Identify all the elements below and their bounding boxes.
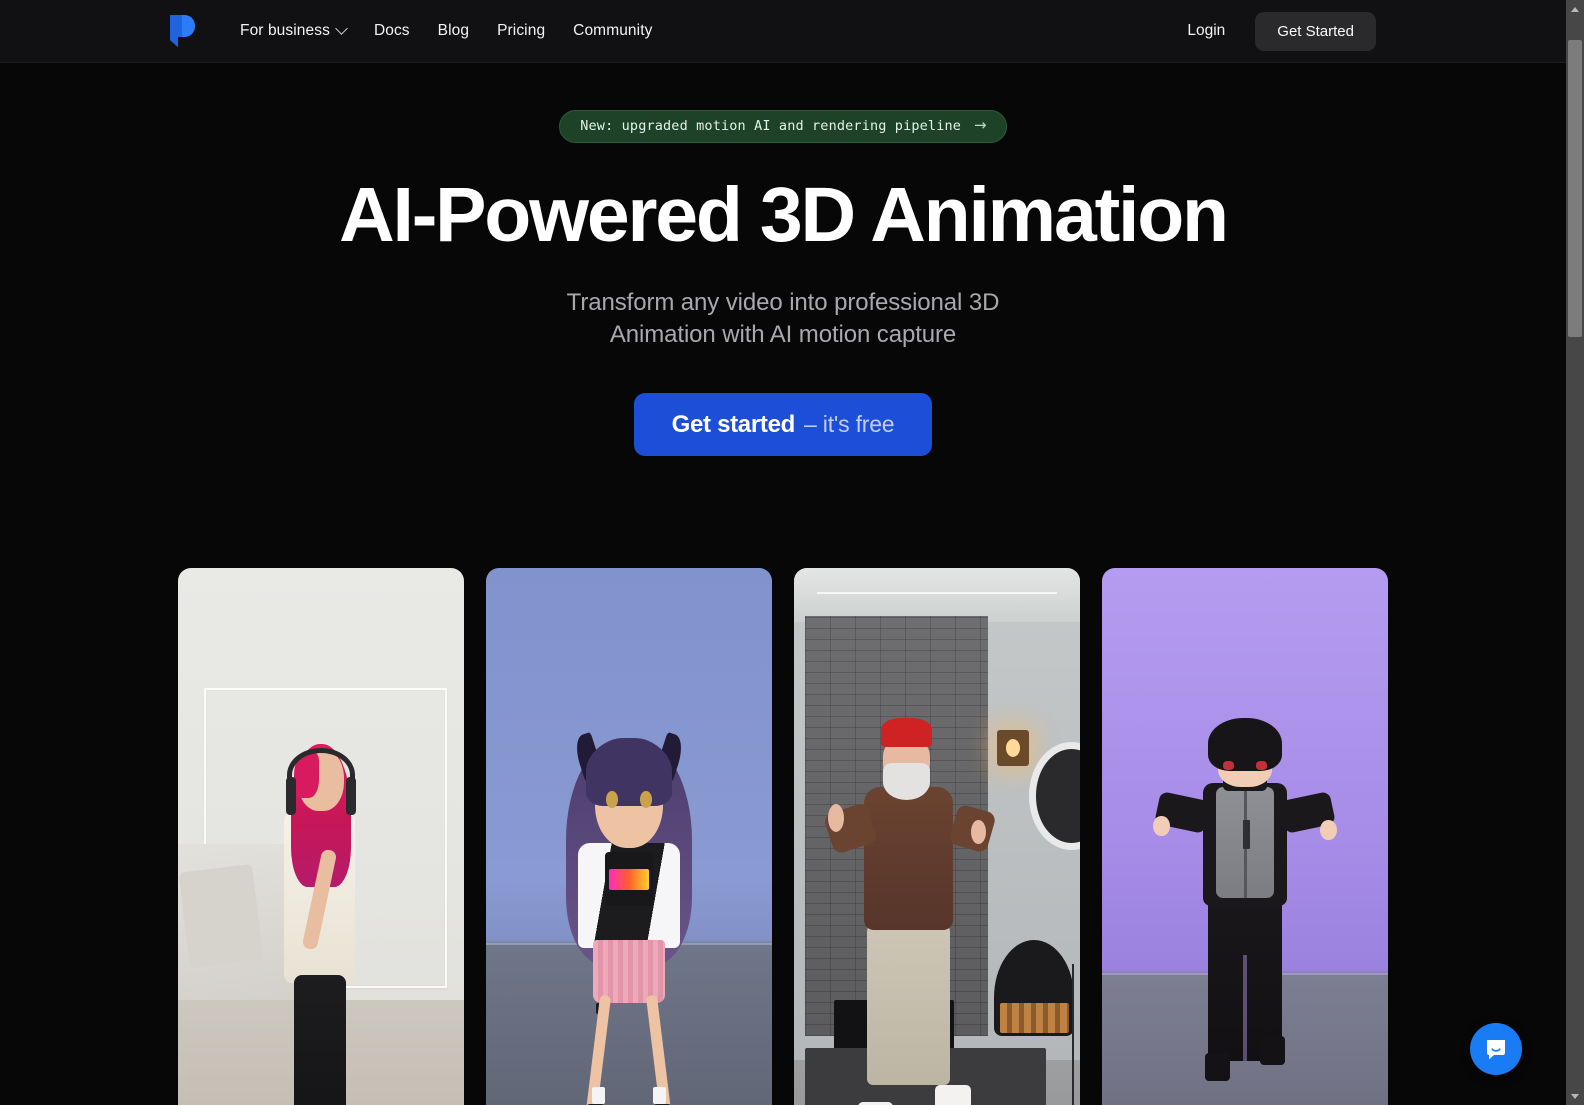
scrollbar-up-button[interactable]: [1566, 0, 1584, 18]
gallery-card-source-video-pink-hair-dancer[interactable]: [178, 568, 464, 1105]
card-3-dancer-shoe-left: [857, 1101, 894, 1105]
card-4-avatar-leg-gap: [1243, 954, 1247, 1061]
card-3-dancer-beard: [882, 762, 931, 800]
card-1-headphone-cup-left: [285, 777, 296, 816]
gallery-card-animated-anime-boy[interactable]: [1102, 568, 1388, 1105]
card-1-dancer: [264, 743, 378, 1105]
card-1-dancer-legs: [293, 974, 347, 1105]
card-4-avatar: [1153, 718, 1337, 1105]
card-4-avatar-boot-left: [1204, 1052, 1231, 1082]
card-3-dancer-sweater: [863, 787, 953, 931]
scrollbar-thumb[interactable]: [1568, 40, 1582, 337]
chat-bubble-icon: [1487, 1040, 1505, 1060]
card-4-avatar-hand-left: [1153, 815, 1170, 837]
nav-link-docs[interactable]: Docs: [360, 14, 424, 48]
card-3-dancer-hand-right: [970, 820, 986, 845]
card-1-cushion: [178, 863, 264, 969]
plask-logo[interactable]: [168, 14, 196, 48]
nav-link-pricing-label: Pricing: [497, 22, 546, 39]
site-navbar: For business Docs Blog Pricing Community: [0, 0, 1566, 63]
showcase-gallery: [0, 568, 1566, 1105]
hero-subtitle-line-1: Transform any video into professional 3D: [566, 288, 1000, 316]
triangle-up-icon: [1571, 6, 1579, 12]
get-started-button[interactable]: Get Started: [1255, 11, 1376, 51]
navbar-left-group: For business Docs Blog Pricing Community: [168, 14, 666, 48]
browser-viewport: For business Docs Blog Pricing Community: [0, 0, 1566, 1105]
card-2-avatar-sock-left: [591, 1087, 605, 1104]
card-4-avatar-chest-pocket: [1243, 820, 1251, 849]
gallery-card-animated-anime-girl[interactable]: [486, 568, 772, 1105]
nav-link-for-business[interactable]: For business: [226, 14, 360, 48]
card-3-ceiling-beam: [816, 592, 1058, 594]
card-2-avatar: [558, 730, 701, 1105]
card-2-avatar-eye-left: [606, 790, 618, 808]
page-title: AI-Powered 3D Animation: [339, 172, 1229, 258]
card-2-avatar-eye-right: [640, 790, 652, 808]
card-4-avatar-bangs: [1212, 738, 1278, 759]
hero-subtitle-line-2: Animation with AI motion capture: [609, 320, 957, 348]
card-4-avatar-eye-right: [1255, 760, 1267, 770]
card-3-firewood: [999, 1003, 1069, 1033]
card-2-avatar-skirt: [593, 940, 665, 1003]
card-4-avatar-eye-left: [1223, 760, 1234, 770]
login-link[interactable]: Login: [1173, 13, 1239, 49]
cta-row: Get started – it's free: [0, 393, 1566, 457]
nav-link-community[interactable]: Community: [559, 14, 666, 48]
hero-subtitle: Transform any video into professional 3D…: [0, 287, 1566, 351]
card-3-dancer-pants: [866, 922, 950, 1086]
nav-link-community-label: Community: [573, 22, 653, 39]
announcement-badge[interactable]: New: upgraded motion AI and rendering pi…: [559, 110, 1007, 143]
cta-secondary-label: – it's free: [804, 411, 895, 438]
navbar-links: For business Docs Blog Pricing Community: [226, 14, 666, 48]
card-3-lamp-bulb: [1005, 739, 1020, 757]
card-3-ceiling: [794, 568, 1080, 622]
navbar-right-group: Login Get Started: [1173, 11, 1376, 51]
chevron-down-icon: [335, 21, 348, 35]
nav-link-blog[interactable]: Blog: [424, 14, 483, 48]
card-2-avatar-shirt-print: [608, 868, 649, 890]
scrollbar-down-button[interactable]: [1566, 1087, 1584, 1105]
page-scrollbar[interactable]: [1566, 0, 1584, 1105]
nav-link-blog-label: Blog: [437, 22, 470, 39]
gallery-card-source-video-man-dancing[interactable]: [794, 568, 1080, 1105]
hero-section: New: upgraded motion AI and rendering pi…: [0, 63, 1566, 457]
card-4-avatar-hand-right: [1320, 820, 1337, 841]
cta-primary-label: Get started: [671, 410, 796, 438]
card-3-light-stand: [1072, 964, 1075, 1105]
card-3-dancer: [822, 718, 997, 1105]
nav-link-docs-label: Docs: [373, 22, 410, 39]
nav-link-for-business-label: For business: [240, 22, 330, 39]
scrollbar-track[interactable]: [1566, 18, 1584, 1087]
triangle-down-icon: [1571, 1093, 1579, 1099]
chat-launcher-button[interactable]: [1470, 1023, 1522, 1075]
card-4-avatar-boot-right: [1259, 1036, 1286, 1065]
get-started-free-button[interactable]: Get started – it's free: [633, 393, 933, 457]
card-2-avatar-bangs: [586, 738, 672, 806]
nav-link-pricing[interactable]: Pricing: [483, 14, 559, 48]
page-root: For business Docs Blog Pricing Community: [0, 0, 1584, 1105]
announcement-badge-text: New: upgraded motion AI and rendering pi…: [580, 118, 962, 134]
card-2-avatar-sock-right: [653, 1087, 667, 1104]
card-3-dancer-red-beanie: [881, 718, 932, 747]
headphones-icon: [286, 748, 356, 803]
announcement-row: New: upgraded motion AI and rendering pi…: [0, 110, 1566, 143]
card-3-dancer-shoe-right: [934, 1085, 971, 1105]
arrow-right-icon: →: [974, 115, 987, 134]
card-1-headphone-cup-right: [346, 777, 357, 816]
